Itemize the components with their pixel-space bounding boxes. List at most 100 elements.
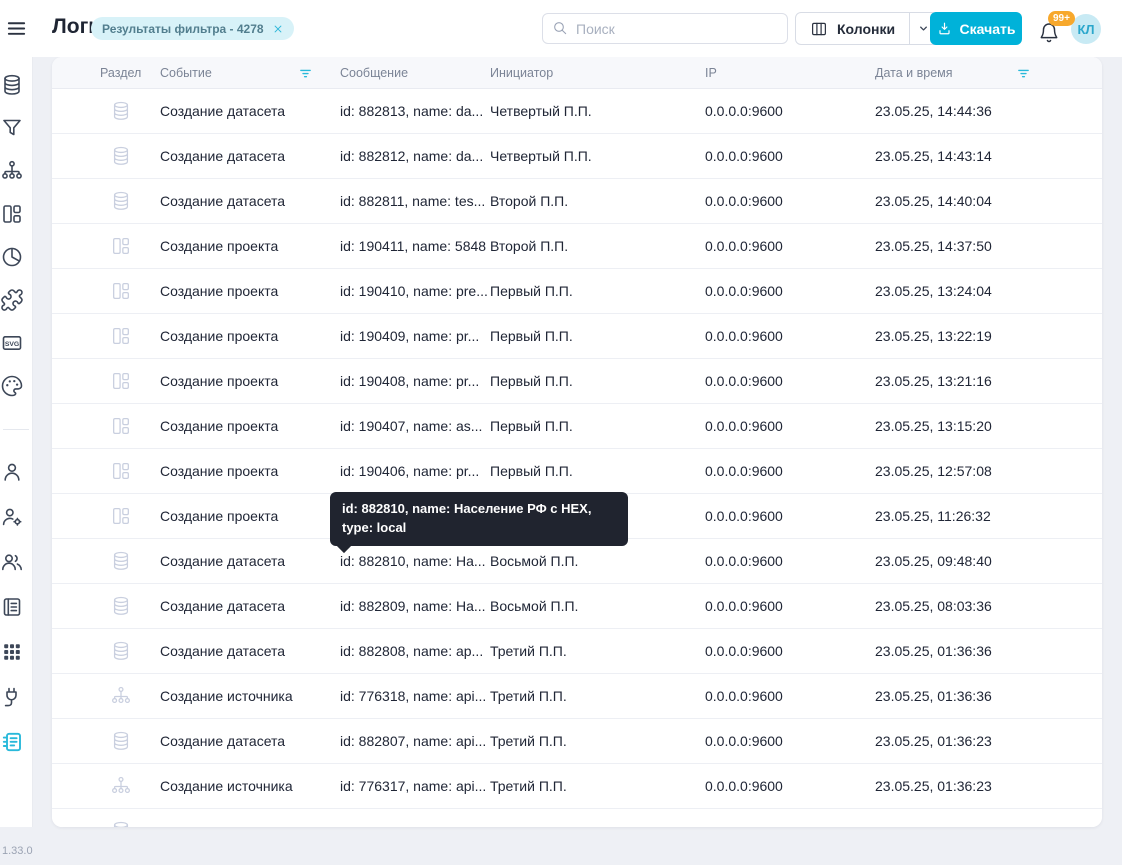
- datetime-cell: 23.05.25, 14:44:36: [875, 103, 992, 119]
- ip-cell: 0.0.0.0:9600: [705, 283, 783, 299]
- message-cell: id: 882811, name: tes...: [340, 193, 485, 209]
- table-row[interactable]: Создание датасета id: 882807, name: api..…: [52, 719, 1102, 764]
- initiator-cell: Четвертый П.П.: [490, 148, 592, 164]
- message-cell: id: 882813, name: da...: [340, 103, 483, 119]
- table-row[interactable]: Создание датасетаid: 882809, name: На...…: [52, 584, 1102, 629]
- table-row[interactable]: Создание датасета id: 882811, name: tes..…: [52, 179, 1102, 224]
- layout-icon: [110, 460, 132, 482]
- table-row[interactable]: Создание проектаid: 190409, name: pr...П…: [52, 314, 1102, 359]
- hierarchy-icon: [110, 775, 132, 797]
- sidebar-item-svg-export[interactable]: SVG: [0, 331, 24, 355]
- search-icon: [552, 20, 568, 36]
- sidebar-item-datasets[interactable]: [0, 73, 24, 97]
- database-icon: [110, 730, 132, 752]
- event-cell: Создание проекта: [160, 463, 278, 479]
- table-row[interactable]: Создание проектаid: 190406, name: pr...П…: [52, 449, 1102, 494]
- table-row[interactable]: Создание датасетаid: 882812, name: da...…: [52, 134, 1102, 179]
- table-row[interactable]: Создание источникаid: 776317, name: api.…: [52, 764, 1102, 809]
- sidebar-item-logs[interactable]: [0, 730, 24, 754]
- hierarchy-icon: [0, 159, 24, 183]
- table-row[interactable]: Создание датасетаid: 882808, name: ap...…: [52, 629, 1102, 674]
- user-gear-icon: [0, 505, 24, 529]
- initiator-cell: Восьмой П.П.: [490, 598, 578, 614]
- table-row[interactable]: Создание датасетаid: 882813, name: da...…: [52, 89, 1102, 134]
- database-icon: [110, 550, 132, 572]
- event-cell: Создание датасета: [160, 733, 285, 749]
- avatar[interactable]: КЛ: [1071, 14, 1101, 44]
- search-input[interactable]: [542, 13, 788, 44]
- table-row[interactable]: Создание датасетаid: 882810, name: На...…: [52, 539, 1102, 584]
- table-row[interactable]: Создание проектаid: 190410, name: pre...…: [52, 269, 1102, 314]
- tooltip: id: 882810, name: Население РФ с HEX, ty…: [330, 492, 628, 546]
- table-row[interactable]: Создание проектаid: 190407, name: as...П…: [52, 404, 1102, 449]
- ip-cell: 0.0.0.0:9600: [705, 508, 783, 524]
- sidebar-item-filters[interactable]: [0, 116, 24, 140]
- hierarchy-icon: [110, 685, 132, 707]
- event-cell: Создание датасета: [160, 148, 285, 164]
- message-cell: id: 190411, name: 5848: [340, 238, 486, 254]
- chevron-down-icon: [916, 21, 931, 36]
- table-row[interactable]: [52, 809, 1102, 827]
- sidebar-item-projects[interactable]: [0, 202, 24, 226]
- message-cell: id: 882807, name: api...: [340, 733, 486, 749]
- columns-button[interactable]: Колонки: [796, 13, 909, 44]
- table-row[interactable]: Создание проектаid: 190408, name: pr...П…: [52, 359, 1102, 404]
- topbar: Логи Результаты фильтра - 4278 Колонки С…: [0, 0, 1122, 57]
- close-icon[interactable]: [273, 24, 283, 34]
- initiator-cell: Третий П.П.: [490, 643, 567, 659]
- datetime-cell: 23.05.25, 09:48:40: [875, 553, 992, 569]
- ip-cell: 0.0.0.0:9600: [705, 778, 783, 794]
- event-filter-icon[interactable]: [298, 66, 313, 81]
- hamburger-menu-icon[interactable]: [5, 17, 28, 40]
- sidebar-item-charts[interactable]: [0, 245, 24, 269]
- initiator-cell: Второй П.П.: [490, 193, 568, 209]
- sidebar-item-sources[interactable]: [0, 159, 24, 183]
- event-cell: Создание датасета: [160, 193, 285, 209]
- sidebar-item-journal[interactable]: [0, 595, 24, 619]
- sidebar-item-users[interactable]: [0, 550, 24, 574]
- sidebar-item-connections[interactable]: [0, 685, 24, 709]
- sidebar-item-plugins[interactable]: [0, 288, 24, 312]
- initiator-cell: Третий П.П.: [490, 688, 567, 704]
- user-icon: [0, 460, 24, 484]
- column-header-initiator: Инициатор: [490, 66, 553, 80]
- sidebar-divider: [3, 429, 29, 430]
- datetime-filter-icon[interactable]: [1016, 66, 1031, 81]
- logs-table: Раздел Событие Сообщение Инициатор IP Да…: [52, 57, 1102, 827]
- download-icon: [937, 21, 952, 36]
- datetime-cell: 23.05.25, 14:37:50: [875, 238, 992, 254]
- table-body: Создание датасета id: 882813, name: da...…: [52, 89, 1102, 827]
- initiator-cell: Третий П.П.: [490, 778, 567, 794]
- initiator-cell: Второй П.П.: [490, 238, 568, 254]
- columns-button-group: Колонки: [795, 12, 938, 45]
- initiator-cell: Первый П.П.: [490, 283, 573, 299]
- database-icon: [110, 595, 132, 617]
- initiator-cell: Первый П.П.: [490, 463, 573, 479]
- datetime-cell: 23.05.25, 01:36:23: [875, 733, 992, 749]
- initiator-cell: Первый П.П.: [490, 328, 573, 344]
- table-row[interactable]: Создание проекта id: 190411, name: 5848Вт…: [52, 224, 1102, 269]
- grid-icon: [0, 640, 24, 664]
- sidebar-item-apps[interactable]: [0, 640, 24, 664]
- message-cell: id: 776317, name: api...: [340, 778, 486, 794]
- filter-results-chip[interactable]: Результаты фильтра - 4278: [91, 17, 294, 40]
- message-cell: id: 190410, name: pre...: [340, 283, 488, 299]
- ip-cell: 0.0.0.0:9600: [705, 373, 783, 389]
- datetime-cell: 23.05.25, 08:03:36: [875, 598, 992, 614]
- ip-cell: 0.0.0.0:9600: [705, 463, 783, 479]
- datetime-cell: 23.05.25, 01:36:36: [875, 688, 992, 704]
- download-button[interactable]: Скачать: [930, 12, 1022, 45]
- datetime-cell: 23.05.25, 01:36:23: [875, 778, 992, 794]
- sidebar-item-user[interactable]: [0, 460, 24, 484]
- sidebar-item-user-settings[interactable]: [0, 505, 24, 529]
- sidebar-item-palette[interactable]: [0, 374, 24, 398]
- event-cell: Создание проекта: [160, 238, 278, 254]
- sidebar-nav: SVG: [0, 0, 33, 827]
- column-header-message: Сообщение: [340, 66, 408, 80]
- column-header-event: Событие: [160, 66, 212, 80]
- event-cell: Создание датасета: [160, 553, 285, 569]
- initiator-cell: Первый П.П.: [490, 418, 573, 434]
- table-row[interactable]: Создание источникаid: 776318, name: api.…: [52, 674, 1102, 719]
- event-cell: Создание источника: [160, 688, 293, 704]
- download-button-label: Скачать: [960, 21, 1016, 37]
